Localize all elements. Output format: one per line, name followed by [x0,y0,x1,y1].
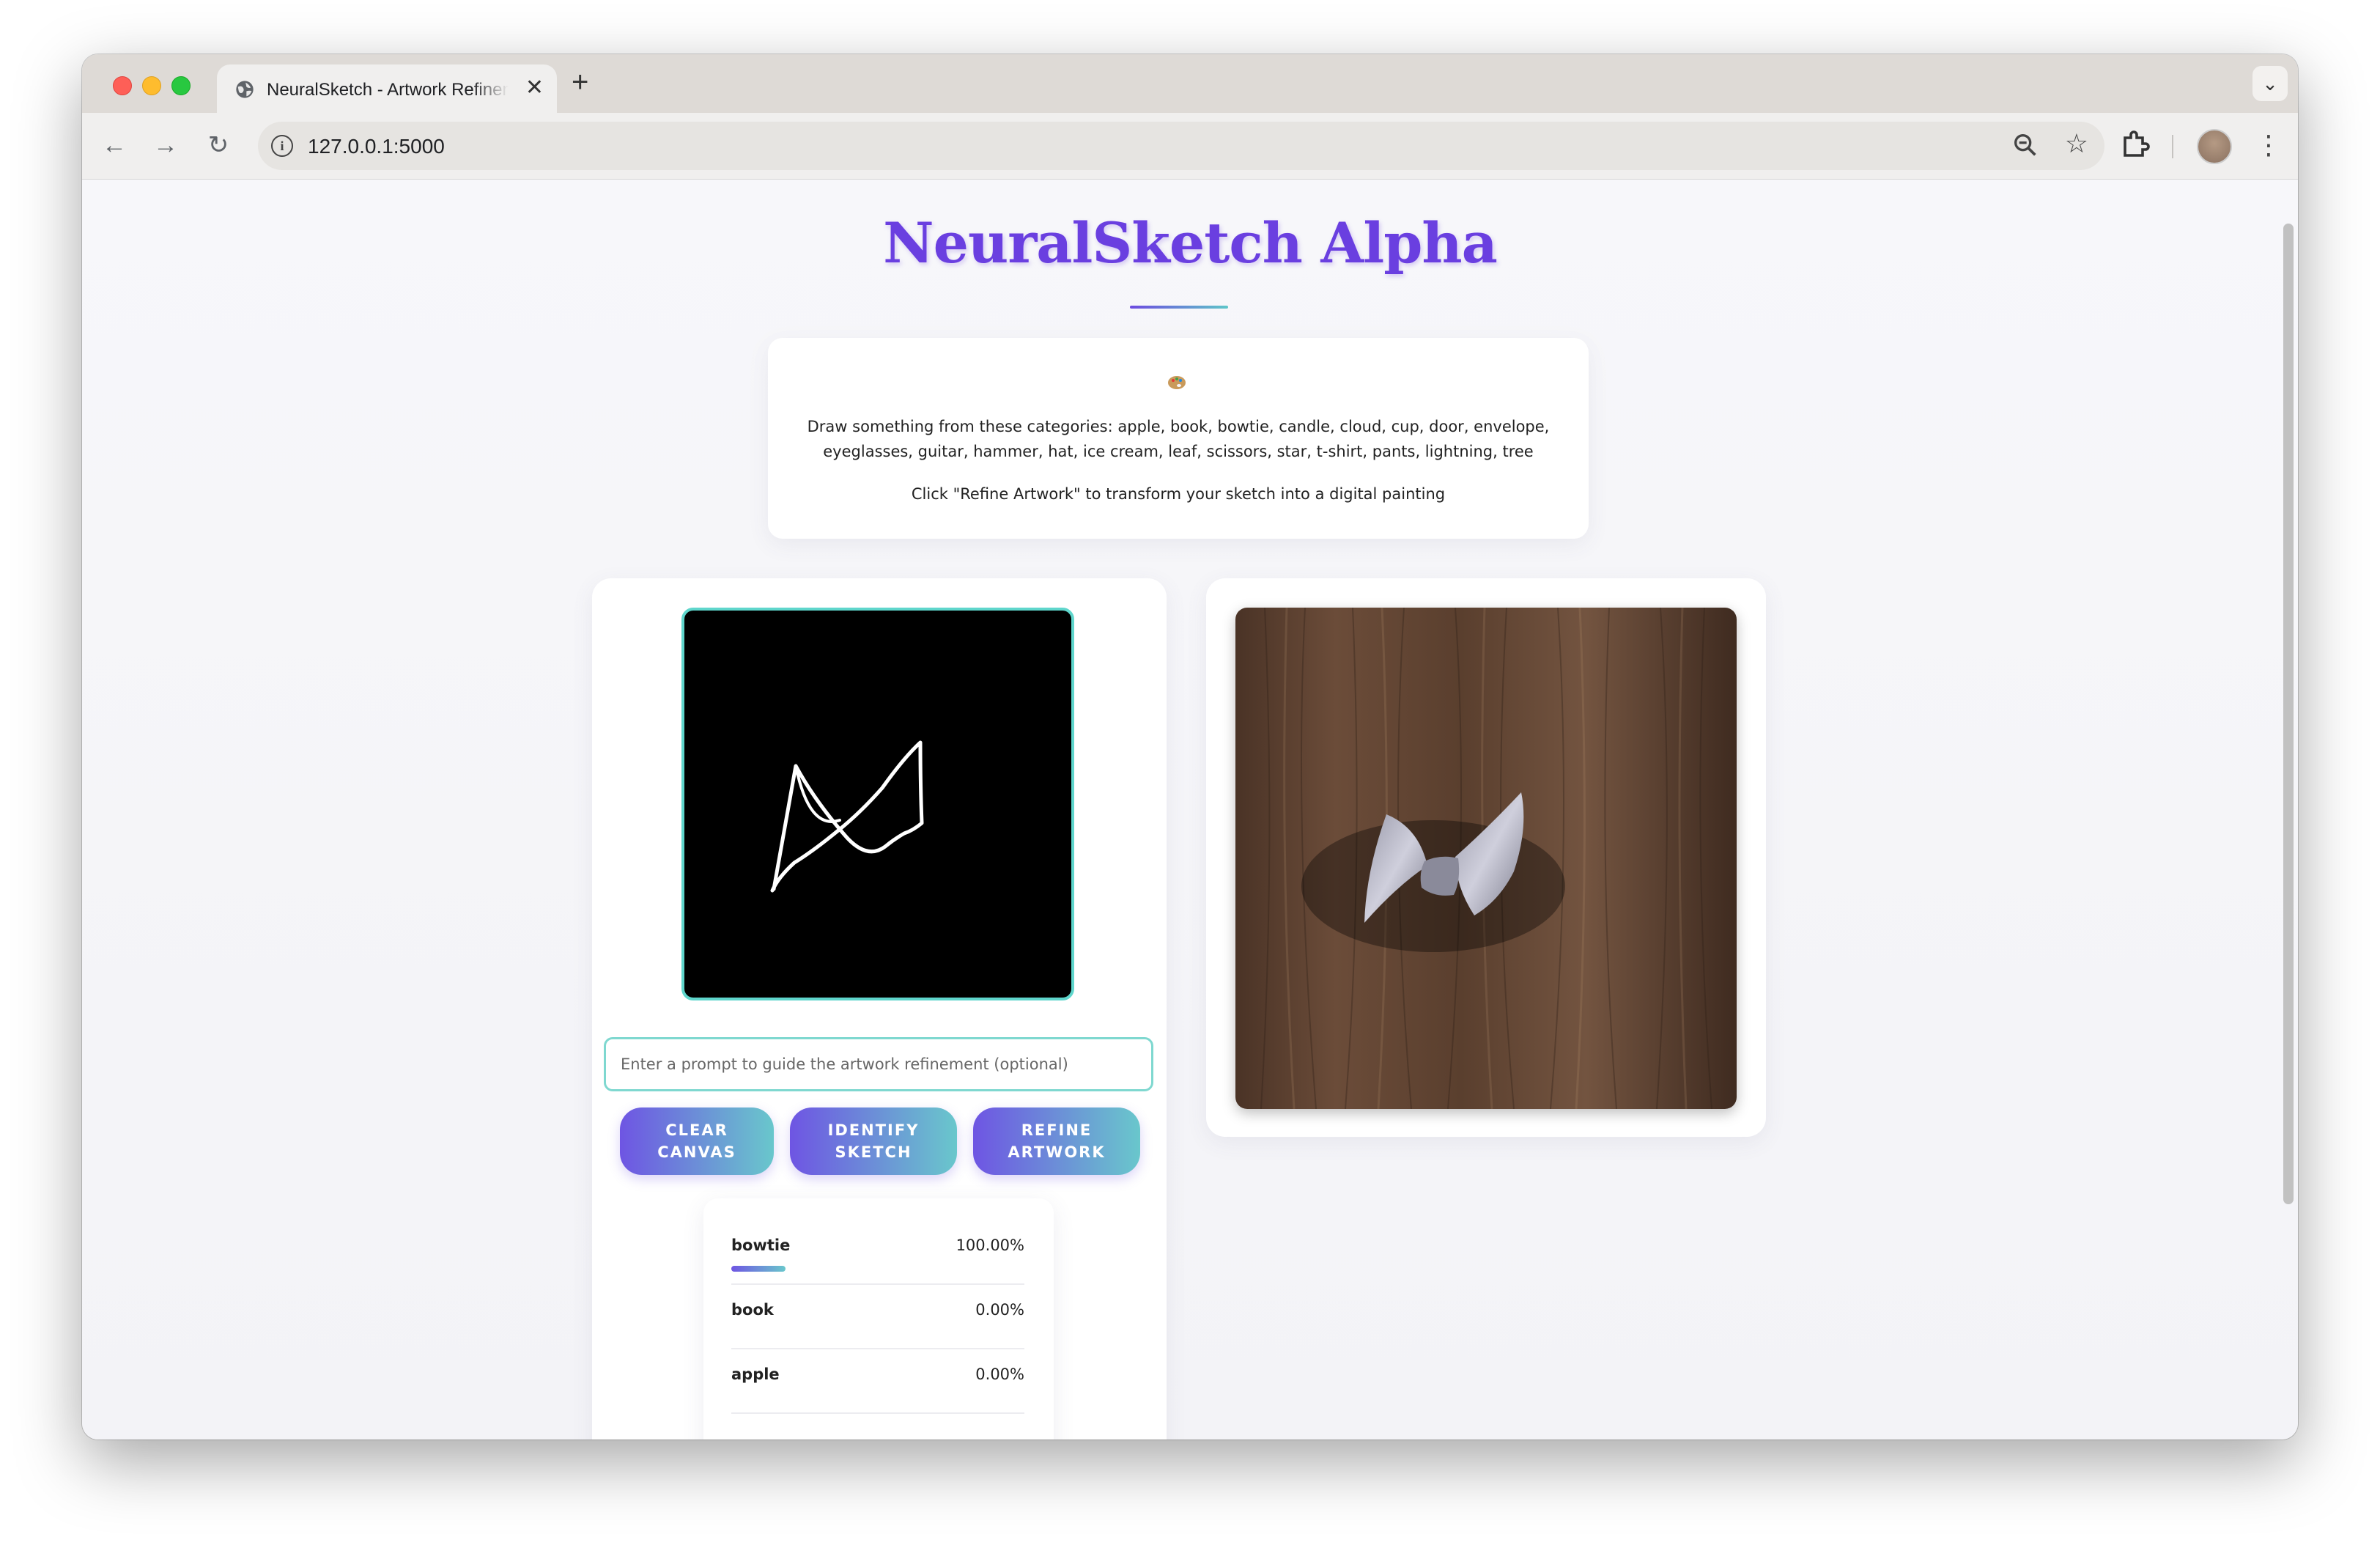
toolbar-divider [2172,135,2173,158]
tab-title: NeuralSketch - Artwork Refinement [267,80,509,100]
refine-artwork-button[interactable]: REFINE ARTWORK [973,1107,1140,1175]
title-underline [1130,306,1228,309]
prediction-percent: 100.00% [956,1236,1024,1254]
sketch-panel: CLEARCANVAS IDENTIFYSKETCH REFINEARTWORK… [592,578,1167,1440]
address-bar[interactable]: i 127.0.0.1:5000 ☆ [258,122,2104,170]
back-icon[interactable]: ← [97,128,132,163]
profile-avatar[interactable] [2197,129,2232,164]
refine-hint-text: Click "Refine Artwork" to transform your… [911,485,1446,503]
scrollbar[interactable] [2283,224,2294,1204]
browser-toolbar: ← → ↻ i 127.0.0.1:5000 ☆ ⋮ [82,113,2298,180]
clear-canvas-button[interactable]: CLEAR CANVAS [620,1107,774,1175]
prediction-percent: 0.00% [975,1365,1024,1383]
prediction-bar-fill [731,1266,786,1272]
prediction-bar [731,1330,786,1336]
prediction-label: book [731,1301,774,1319]
globe-icon [236,81,254,98]
prediction-row: apple 0.00% [731,1348,1024,1414]
palette-icon [1168,376,1186,389]
zoom-icon[interactable] [2011,130,2040,160]
tab-strip: NeuralSketch - Artwork Refinement ✕ + ⌄ [82,54,2298,113]
sketch-stroke [770,740,924,893]
identify-sketch-button[interactable]: IDENTIFY SKETCH [790,1107,957,1175]
browser-window: NeuralSketch - Artwork Refinement ✕ + ⌄ … [82,54,2298,1440]
minimize-window-button[interactable] [142,76,161,95]
categories-text: Draw something from these categories: ap… [807,418,1550,460]
prediction-percent: 0.00% [975,1301,1024,1319]
prediction-results: bowtie 100.00% book 0.00% apple 0.00% [703,1198,1054,1440]
maximize-window-button[interactable] [171,76,191,95]
page-content: NeuralSketch Alpha Draw something from t… [82,180,2298,1440]
refined-artwork-image [1235,608,1737,1109]
prediction-label: apple [731,1365,780,1383]
instructions-card: Draw something from these categories: ap… [768,338,1589,539]
output-panel [1206,578,1766,1137]
prediction-label: bowtie [731,1236,791,1254]
tab-search-chevron-icon[interactable]: ⌄ [2252,66,2288,101]
prediction-row: book 0.00% [731,1283,1024,1349]
drawing-canvas[interactable] [681,608,1074,1000]
info-icon[interactable]: i [271,135,293,157]
prediction-row: bowtie 100.00% [731,1219,1024,1285]
reload-icon[interactable]: ↻ [201,128,236,163]
forward-icon[interactable]: → [148,128,183,163]
prediction-bar [731,1266,786,1272]
prompt-input[interactable] [604,1037,1153,1091]
prediction-bar [731,1395,786,1401]
browser-tab[interactable]: NeuralSketch - Artwork Refinement ✕ [217,64,557,113]
extensions-icon[interactable] [2118,128,2153,163]
tab-close-icon[interactable]: ✕ [525,76,544,100]
star-icon[interactable]: ☆ [2065,128,2088,160]
new-tab-button[interactable]: + [572,66,588,98]
url-text[interactable]: 127.0.0.1:5000 [308,135,445,158]
page-title: NeuralSketch Alpha [883,210,1498,276]
menu-icon[interactable]: ⋮ [2251,128,2286,163]
close-window-button[interactable] [113,76,132,95]
